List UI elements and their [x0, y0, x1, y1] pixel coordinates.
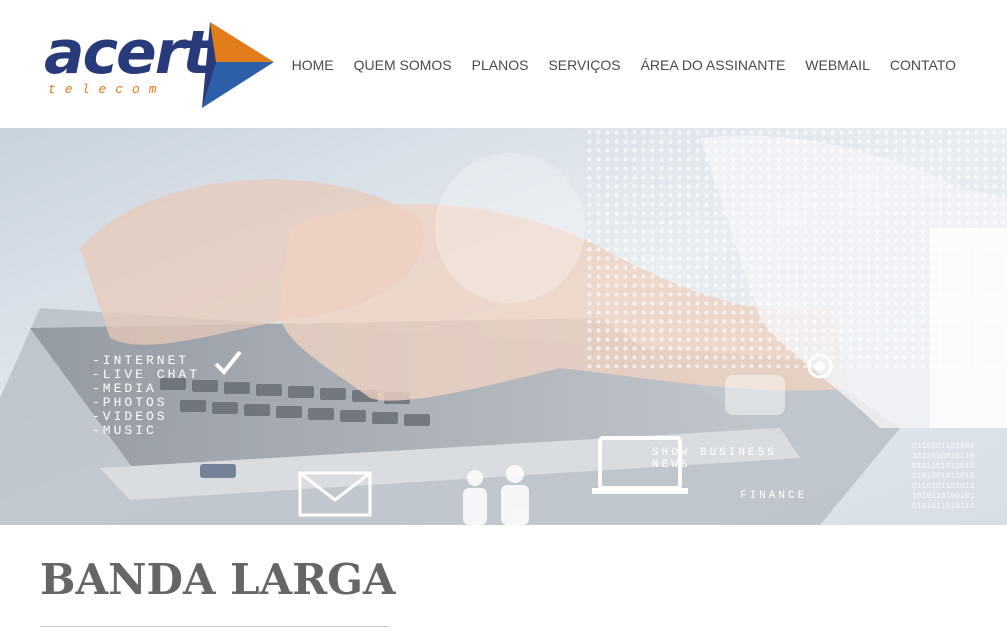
- main-nav: HOME QUEM SOMOS PLANOS SERVIÇOS ÁREA DO …: [292, 56, 956, 74]
- logo-tagline: telecom: [48, 82, 166, 97]
- svg-text:1101001011010: 1101001011010: [912, 472, 975, 481]
- nav-planos[interactable]: PLANOS: [472, 56, 529, 74]
- nav-webmail[interactable]: WEBMAIL: [805, 56, 870, 74]
- overlay-media: -MEDIA: [92, 381, 157, 396]
- nav-servicos[interactable]: SERVIÇOS: [548, 56, 620, 74]
- overlay-show-business: SHOW BUSINESS: [652, 447, 777, 459]
- nav-contato[interactable]: CONTATO: [890, 56, 956, 74]
- overlay-music: -MUSIC: [92, 423, 157, 438]
- overlay-live-chat: -LIVE CHAT: [92, 367, 200, 382]
- overlay-news: NEWS: [652, 459, 690, 471]
- overlay-photos: -PHOTOS: [92, 395, 168, 410]
- nav-home[interactable]: HOME: [292, 56, 334, 74]
- logo-wordmark: acert: [44, 18, 211, 88]
- overlay-videos: -VIDEOS: [92, 409, 168, 424]
- hero-banner: -INTERNET -LIVE CHAT -MEDIA -PHOTOS -VID…: [0, 128, 1007, 525]
- nav-quem-somos[interactable]: QUEM SOMOS: [354, 56, 452, 74]
- logo-arrow-icon: [202, 22, 274, 108]
- page-title: BANDA LARGA: [40, 555, 396, 604]
- svg-text:0101101011010: 0101101011010: [912, 462, 975, 471]
- overlay-internet: -INTERNET: [92, 353, 189, 368]
- hero-illustration: -INTERNET -LIVE CHAT -MEDIA -PHOTOS -VID…: [0, 128, 1007, 525]
- svg-text:1011010010110: 1011010010110: [912, 452, 975, 461]
- overlay-finance: FINANCE: [740, 490, 807, 502]
- svg-text:0110101101001: 0110101101001: [912, 442, 975, 451]
- title-divider: [40, 626, 389, 627]
- acert-telecom-logo[interactable]: acert telecom: [44, 18, 274, 108]
- svg-text:0101011010110: 0101011010110: [912, 502, 975, 511]
- site-header: acert telecom HOME QUEM SOMOS PLANOS SER…: [0, 0, 1007, 128]
- nav-area-do-assinante[interactable]: ÁREA DO ASSINANTE: [641, 56, 786, 74]
- svg-text:0110101101011: 0110101101011: [912, 482, 975, 491]
- svg-text:1010110100101: 1010110100101: [912, 492, 975, 501]
